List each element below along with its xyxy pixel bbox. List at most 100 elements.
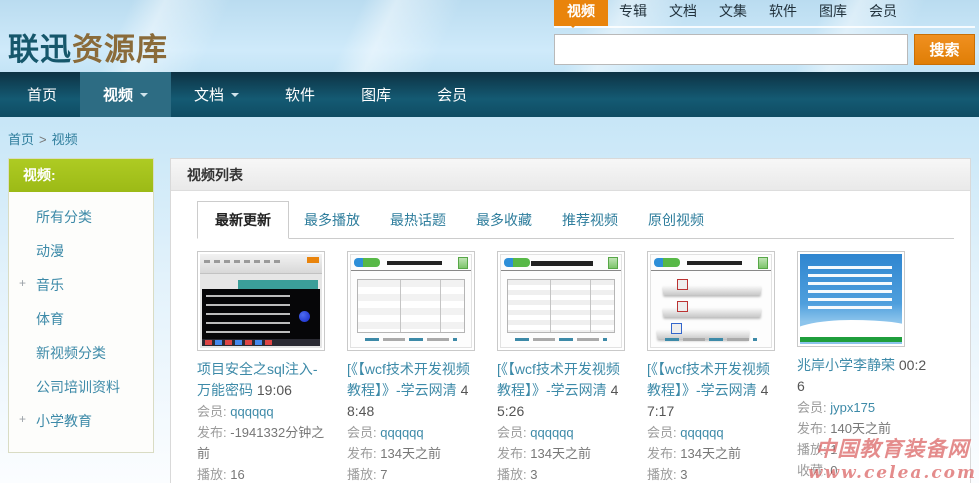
logo-part-2: 资源库: [72, 32, 168, 67]
video-plays-row: 播放: 1: [797, 439, 927, 460]
top-tab-文集[interactable]: 文集: [708, 0, 758, 26]
video-title-row: [《【wcf技术开发视频教程】》-学云网清 47:17: [647, 359, 777, 422]
search-button[interactable]: 搜索: [914, 34, 975, 65]
published-value: 134天之前: [680, 446, 741, 461]
sidebar-item-label: 音乐: [36, 277, 64, 293]
chevron-down-icon: [231, 93, 239, 101]
search-row: 搜索: [554, 34, 975, 65]
video-thumbnail[interactable]: [797, 251, 905, 347]
sidebar-category-list: 所有分类动漫 + 音乐体育新视频分类公司培训资料 + 小学教育: [9, 192, 153, 438]
sidebar-item-公司培训资料[interactable]: 公司培训资料: [9, 370, 153, 404]
site-logo: 联迅资源库: [8, 24, 168, 69]
breadcrumb-separator: >: [39, 132, 47, 147]
logo-part-1: 联迅: [8, 32, 72, 67]
video-title-link[interactable]: [《【wcf技术开发视频教程】》-学云网清: [497, 361, 620, 398]
top-tab-专辑[interactable]: 专辑: [608, 0, 658, 26]
video-thumbnail[interactable]: [347, 251, 475, 351]
breadcrumb-current[interactable]: 视频: [52, 132, 78, 147]
member-link[interactable]: qqqqqq: [680, 425, 723, 440]
nav-item-首页[interactable]: 首页: [4, 72, 80, 117]
page-body: 首页 > 视频 视频: 所有分类动漫 + 音乐体育新视频分类公司培训资料 + 小学教育 视频…: [0, 117, 979, 483]
video-card: [《【wcf技术开发视频教程】》-学云网清 47:17 会员: qqqqqq 发…: [647, 251, 777, 483]
nav-item-文档[interactable]: 文档: [171, 72, 262, 117]
top-tab-会员[interactable]: 会员: [858, 0, 908, 26]
video-plays-row: 播放: 16: [197, 464, 327, 483]
chevron-down-icon: [140, 93, 148, 101]
sidebar-title: 视频:: [9, 159, 153, 192]
video-card: [《【wcf技术开发视频教程】》-学云网清 45:26 会员: qqqqqq 发…: [497, 251, 627, 483]
video-title-link[interactable]: [《【wcf技术开发视频教程】》-学云网清: [647, 361, 770, 398]
sidebar-item-所有分类[interactable]: 所有分类: [9, 200, 153, 234]
nav-item-label: 软件: [285, 84, 315, 105]
category-sidebar: 视频: 所有分类动漫 + 音乐体育新视频分类公司培训资料 + 小学教育: [8, 158, 154, 453]
nav-item-label: 文档: [194, 84, 224, 105]
sidebar-item-label: 公司培训资料: [36, 379, 120, 395]
nav-item-图库[interactable]: 图库: [338, 72, 414, 117]
plays-value: 3: [530, 467, 537, 482]
sidebar-item-动漫[interactable]: 动漫: [9, 234, 153, 268]
plays-value: 7: [380, 467, 387, 482]
video-member-row: 会员: qqqqqq: [347, 422, 477, 443]
video-title-row: 兆岸小学李静荣 00:26: [797, 355, 927, 397]
video-title-link[interactable]: [《【wcf技术开发视频教程】》-学云网清: [347, 361, 470, 398]
nav-item-软件[interactable]: 软件: [262, 72, 338, 117]
video-plays-row: 播放: 3: [497, 464, 627, 483]
video-plays-row: 播放: 3: [647, 464, 777, 483]
expand-plus-icon[interactable]: +: [19, 412, 26, 426]
video-published-row: 发布: 140天之前: [797, 418, 927, 439]
top-tab-图库[interactable]: 图库: [808, 0, 858, 26]
video-member-row: 会员: qqqqqq: [497, 422, 627, 443]
sidebar-item-音乐[interactable]: + 音乐: [9, 268, 153, 302]
video-published-row: 发布: 134天之前: [347, 443, 477, 464]
video-thumbnail[interactable]: [197, 251, 325, 351]
plays-value: 3: [680, 467, 687, 482]
expand-plus-icon[interactable]: +: [19, 276, 26, 290]
panel-title: 视频列表: [171, 159, 970, 191]
sort-tab-最多播放[interactable]: 最多播放: [289, 202, 375, 238]
video-duration: 19:06: [257, 382, 292, 398]
member-link[interactable]: qqqqqq: [530, 425, 573, 440]
breadcrumb-home-link[interactable]: 首页: [8, 132, 34, 147]
top-tab-文档[interactable]: 文档: [658, 0, 708, 26]
video-card: 兆岸小学李静荣 00:26 会员: jypx175 发布: 140天之前 播放:…: [797, 251, 927, 483]
top-tab-软件[interactable]: 软件: [758, 0, 808, 26]
sort-tab-原创视频[interactable]: 原创视频: [633, 202, 719, 238]
nav-item-视频[interactable]: 视频: [80, 72, 171, 117]
sidebar-item-label: 新视频分类: [36, 345, 106, 361]
sort-tab-最多收藏[interactable]: 最多收藏: [461, 202, 547, 238]
favorites-value: 0: [830, 463, 837, 478]
published-value: 140天之前: [830, 421, 891, 436]
member-link[interactable]: qqqqqq: [380, 425, 423, 440]
sidebar-item-体育[interactable]: 体育: [9, 302, 153, 336]
published-value: 134天之前: [530, 446, 591, 461]
sidebar-item-新视频分类[interactable]: 新视频分类: [9, 336, 153, 370]
video-published-row: 发布: 134天之前: [647, 443, 777, 464]
video-card: 项目安全之sql注入-万能密码 19:06 会员: qqqqqq 发布: -19…: [197, 251, 327, 483]
video-thumbnail[interactable]: [647, 251, 775, 351]
published-value: 134天之前: [380, 446, 441, 461]
video-title-link[interactable]: 兆岸小学李静荣: [797, 357, 895, 373]
sidebar-item-label: 所有分类: [36, 209, 92, 225]
nav-item-会员[interactable]: 会员: [414, 72, 490, 117]
member-link[interactable]: qqqqqq: [230, 404, 273, 419]
sort-tab-最热话题[interactable]: 最热话题: [375, 202, 461, 238]
sort-tab-推荐视频[interactable]: 推荐视频: [547, 202, 633, 238]
video-title-row: [《【wcf技术开发视频教程】》-学云网清 48:48: [347, 359, 477, 422]
sidebar-item-小学教育[interactable]: + 小学教育: [9, 404, 153, 438]
sidebar-item-label: 动漫: [36, 243, 64, 259]
video-card-grid: 项目安全之sql注入-万能密码 19:06 会员: qqqqqq 发布: -19…: [171, 239, 970, 483]
search-input[interactable]: [554, 34, 908, 65]
video-thumbnail[interactable]: [497, 251, 625, 351]
video-list-panel: 视频列表 最新更新最多播放最热话题最多收藏推荐视频原创视频 项目安全之sql注入…: [170, 158, 971, 483]
video-title-row: [《【wcf技术开发视频教程】》-学云网清 45:26: [497, 359, 627, 422]
member-link[interactable]: jypx175: [830, 400, 875, 415]
nav-item-label: 首页: [27, 84, 57, 105]
site-header: 联迅资源库 视频专辑文档文集软件图库会员 搜索: [0, 0, 979, 72]
plays-value: 1: [830, 442, 837, 457]
sidebar-item-label: 小学教育: [36, 413, 92, 429]
sort-tab-最新更新[interactable]: 最新更新: [197, 201, 289, 239]
top-tab-视频[interactable]: 视频: [554, 0, 608, 26]
video-favorites-row: 收藏: 0: [797, 460, 927, 481]
video-member-row: 会员: jypx175: [797, 397, 927, 418]
video-published-row: 发布: 134天之前: [497, 443, 627, 464]
